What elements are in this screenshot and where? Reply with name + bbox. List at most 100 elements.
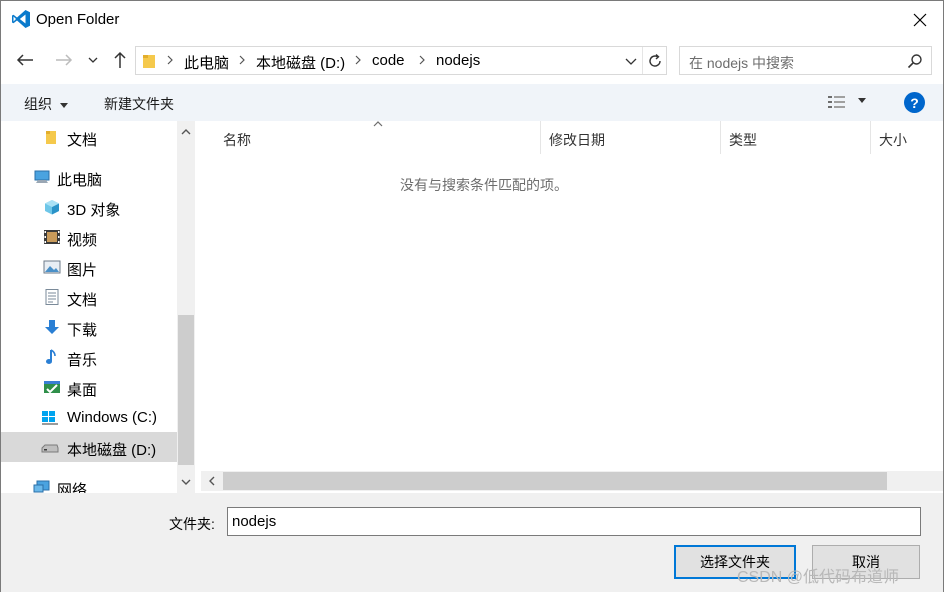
nav-label: 文档 (67, 292, 98, 309)
drive-icon (41, 444, 59, 453)
scroll-up-button[interactable] (177, 121, 195, 143)
file-list-pane[interactable]: 名称 修改日期 类型 大小 没有与搜索条件匹配的项。 (201, 121, 943, 471)
network-icon (33, 480, 50, 493)
nav-item-network[interactable]: 网络 (1, 472, 177, 493)
chevron-right-icon (355, 55, 361, 65)
nav-item-pictures[interactable]: 图片 (1, 252, 177, 282)
refresh-button[interactable] (642, 47, 666, 74)
computer-icon (34, 170, 50, 183)
navigation-pane: 文档 此电脑 3D 对象 视频 图片 文档 下载 音乐 桌面 Windows (… (1, 121, 197, 493)
desktop-icon (44, 381, 60, 394)
scroll-down-button[interactable] (177, 471, 195, 493)
picture-icon (43, 260, 61, 274)
nav-label: 本地磁盘 (D:) (67, 442, 157, 459)
empty-message: 没有与搜索条件匹配的项。 (400, 177, 568, 193)
search-box[interactable]: 在 nodejs 中搜索 (679, 46, 932, 75)
chevron-left-icon (209, 476, 215, 486)
dialog-footer: 文件夹: 选择文件夹 取消 CSDN @低代码布道师 (1, 493, 943, 592)
recent-locations-button[interactable] (83, 47, 103, 73)
breadcrumb-nodejs[interactable]: nodejs (436, 52, 480, 69)
command-bar: 组织 新建文件夹 ? (1, 84, 943, 121)
nav-item-downloads[interactable]: 下载 (1, 312, 177, 342)
nav-item-documents[interactable]: 文档 (1, 282, 177, 312)
video-icon (44, 230, 60, 244)
scroll-left-button[interactable] (201, 471, 223, 491)
column-header-type[interactable]: 类型 (721, 121, 871, 154)
organize-label: 组织 (24, 96, 52, 112)
windows-drive-icon (42, 411, 58, 425)
file-list-horizontal-scrollbar[interactable] (201, 471, 943, 491)
nav-label: Windows (C:) (67, 409, 158, 426)
chevron-up-icon (181, 129, 191, 135)
breadcrumb-drive-d[interactable]: 本地磁盘 (D:) (256, 52, 345, 73)
caret-down-icon (59, 102, 68, 108)
nav-item-this-pc[interactable]: 此电脑 (1, 162, 177, 192)
nav-item-windows-c[interactable]: Windows (C:) (1, 402, 177, 432)
view-options-icon[interactable] (827, 94, 847, 110)
column-label: 名称 (223, 132, 251, 148)
address-dropdown-button[interactable] (622, 53, 640, 69)
chevron-down-icon (88, 57, 98, 63)
chevron-right-icon (419, 55, 425, 65)
arrow-left-icon (16, 54, 33, 66)
arrow-right-icon (56, 54, 73, 66)
column-label: 大小 (879, 132, 907, 148)
folder-name-input[interactable] (227, 507, 921, 536)
search-icon (907, 54, 922, 69)
column-label: 类型 (729, 132, 757, 148)
nav-item-desktop[interactable]: 桌面 (1, 372, 177, 402)
title-bar: Open Folder (1, 1, 943, 39)
nav-label: 下载 (67, 322, 98, 339)
folder-icon (46, 131, 56, 144)
close-button[interactable] (897, 1, 943, 39)
nav-label: 视频 (67, 232, 98, 249)
scrollbar-thumb[interactable] (223, 472, 887, 490)
nav-item-music[interactable]: 音乐 (1, 342, 177, 372)
arrow-up-icon (114, 51, 126, 68)
chevron-down-icon (625, 58, 637, 65)
open-folder-dialog: Open Folder 此电脑 本地磁盘 (D:) code nodejs 在 … (0, 0, 944, 592)
navigation-scrollbar[interactable] (177, 121, 195, 493)
cube-icon (45, 200, 59, 215)
music-icon (46, 349, 56, 364)
nav-label: 音乐 (67, 352, 98, 369)
scrollbar-thumb[interactable] (178, 315, 194, 465)
back-button[interactable] (12, 47, 38, 73)
up-button[interactable] (107, 47, 133, 73)
nav-label: 3D 对象 (67, 202, 121, 219)
window-title: Open Folder (36, 11, 120, 28)
download-icon (45, 320, 59, 334)
nav-label: 网络 (57, 482, 88, 493)
address-bar[interactable]: 此电脑 本地磁盘 (D:) code nodejs (135, 46, 667, 75)
column-label: 修改日期 (549, 132, 605, 148)
breadcrumb-this-pc[interactable]: 此电脑 (184, 52, 229, 73)
nav-label: 图片 (67, 262, 98, 279)
folder-icon (143, 55, 155, 68)
nav-label: 此电脑 (57, 172, 103, 189)
nav-item-videos[interactable]: 视频 (1, 222, 177, 252)
chevron-right-icon (167, 55, 173, 65)
caret-down-icon[interactable] (858, 98, 866, 103)
nav-item-documents-quick[interactable]: 文档 (1, 122, 177, 152)
folder-field-label: 文件夹: (169, 516, 215, 532)
new-folder-button[interactable]: 新建文件夹 (104, 94, 174, 114)
forward-button[interactable] (51, 47, 77, 73)
help-button[interactable]: ? (904, 92, 925, 113)
watermark: CSDN @低代码布道师 (737, 569, 900, 586)
chevron-down-icon (181, 479, 191, 485)
breadcrumb-code[interactable]: code (372, 52, 405, 69)
refresh-icon (648, 53, 661, 67)
nav-item-3d-objects[interactable]: 3D 对象 (1, 192, 177, 222)
chevron-right-icon (239, 55, 245, 65)
document-icon (45, 289, 59, 305)
nav-label: 文档 (67, 132, 98, 149)
nav-item-drive-d[interactable]: 本地磁盘 (D:) (1, 432, 177, 462)
search-input[interactable]: 在 nodejs 中搜索 (689, 53, 794, 73)
column-header-size[interactable]: 大小 (871, 121, 943, 154)
sort-ascending-icon (373, 121, 383, 127)
column-header-date-modified[interactable]: 修改日期 (541, 121, 721, 154)
column-header-name[interactable]: 名称 (201, 121, 541, 154)
close-icon (913, 13, 927, 27)
vscode-icon (12, 10, 30, 28)
organize-button[interactable]: 组织 (24, 94, 68, 114)
